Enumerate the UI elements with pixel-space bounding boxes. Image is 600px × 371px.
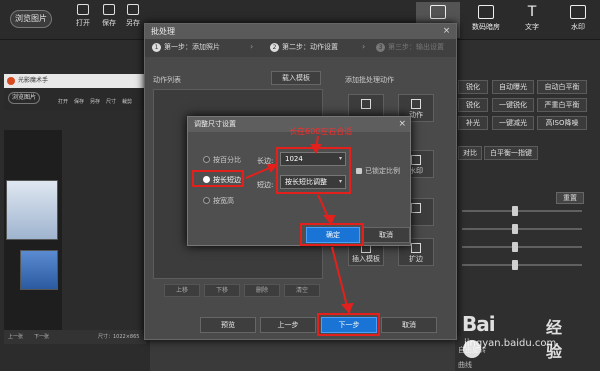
baidu-logo: Bai bbox=[462, 312, 496, 360]
arrow-head bbox=[341, 302, 354, 314]
annotation-arrows bbox=[245, 135, 354, 314]
baidu-logo-text: Bai bbox=[462, 312, 496, 336]
arrow-head bbox=[322, 215, 336, 225]
jingyan-url: jingyan.baidu.com bbox=[464, 338, 557, 349]
arrow-head bbox=[266, 164, 279, 173]
arrow-ok-to-next bbox=[331, 246, 349, 311]
arrow-head bbox=[310, 144, 322, 155]
